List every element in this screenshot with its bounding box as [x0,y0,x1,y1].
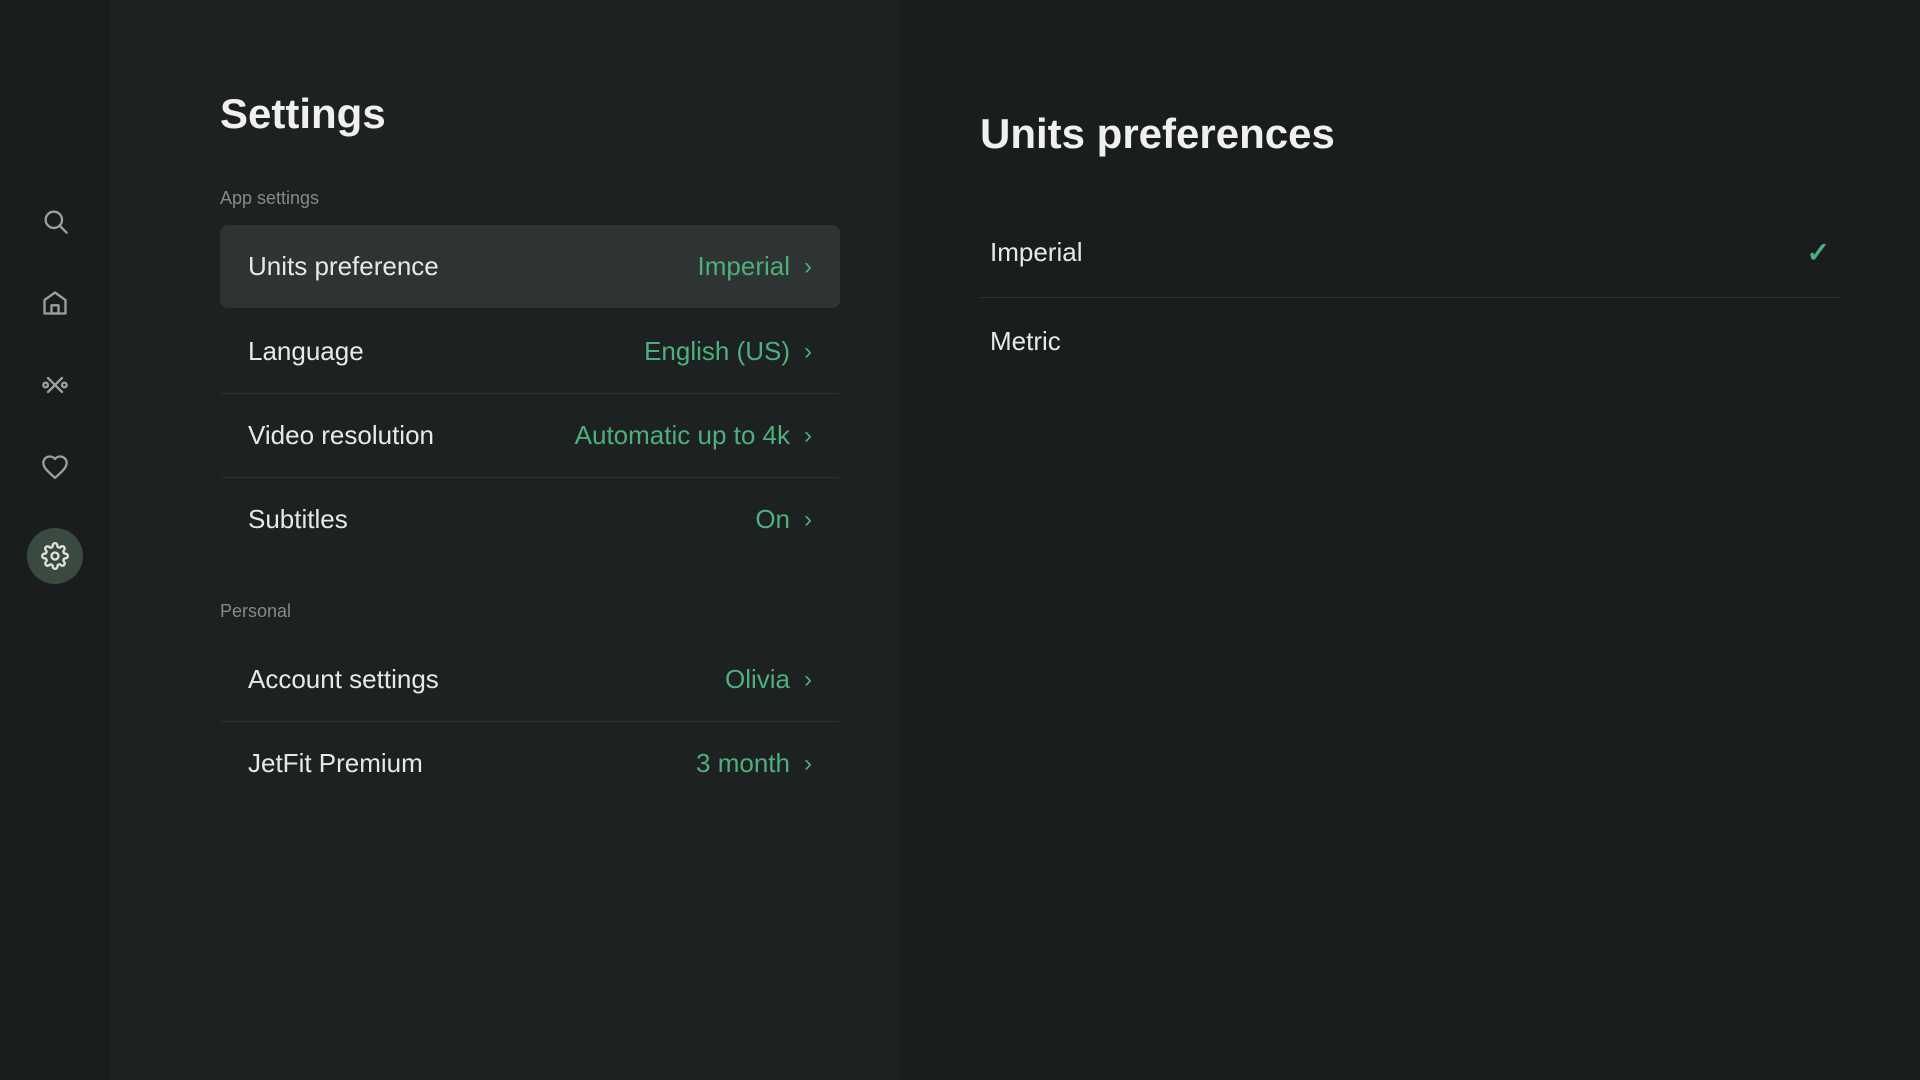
personal-settings-list: Account settings Olivia › JetFit Premium… [220,638,840,805]
account-value: Olivia [725,664,790,695]
language-chevron-icon: › [804,338,812,366]
settings-item-premium[interactable]: JetFit Premium 3 month › [220,722,840,805]
video-resolution-label: Video resolution [248,420,434,451]
personal-label: Personal [220,601,840,622]
premium-label: JetFit Premium [248,748,423,779]
premium-value: 3 month [696,748,790,779]
settings-item-account[interactable]: Account settings Olivia › [220,638,840,722]
search-icon[interactable] [34,200,76,242]
option-imperial[interactable]: Imperial ✓ [980,208,1840,298]
video-resolution-chevron-icon: › [804,422,812,450]
units-label: Units preference [248,251,439,282]
settings-icon[interactable] [27,528,83,584]
imperial-label: Imperial [990,237,1082,268]
account-label: Account settings [248,664,439,695]
personal-section: Personal Account settings Olivia › JetFi… [220,601,840,805]
subtitles-value: On [755,504,790,535]
app-settings-label: App settings [220,188,840,209]
language-value-group: English (US) › [644,336,812,367]
premium-value-group: 3 month › [696,748,812,779]
favorites-icon[interactable] [34,446,76,488]
metric-label: Metric [990,326,1061,357]
units-value-group: Imperial › [698,251,812,282]
units-value: Imperial [698,251,790,282]
imperial-check-icon: ✓ [1807,236,1830,269]
language-label: Language [248,336,364,367]
left-panel: Settings App settings Units preference I… [110,0,900,1080]
settings-item-units[interactable]: Units preference Imperial › [220,225,840,308]
sidebar [0,0,110,1080]
subtitles-label: Subtitles [248,504,348,535]
settings-item-video-resolution[interactable]: Video resolution Automatic up to 4k › [220,394,840,478]
option-metric[interactable]: Metric [980,298,1840,385]
app-settings-list: Units preference Imperial › Language Eng… [220,225,840,561]
workout-icon[interactable] [34,364,76,406]
settings-item-subtitles[interactable]: Subtitles On › [220,478,840,561]
account-chevron-icon: › [804,666,812,694]
premium-chevron-icon: › [804,750,812,778]
settings-item-language[interactable]: Language English (US) › [220,310,840,394]
home-icon[interactable] [34,282,76,324]
right-panel: Units preferences Imperial ✓ Metric [900,0,1920,1080]
subtitles-chevron-icon: › [804,506,812,534]
right-panel-title: Units preferences [980,110,1840,158]
subtitles-value-group: On › [755,504,812,535]
units-chevron-icon: › [804,253,812,281]
app-settings-section: App settings Units preference Imperial ›… [220,188,840,561]
units-options-list: Imperial ✓ Metric [980,208,1840,385]
video-resolution-value: Automatic up to 4k [575,420,790,451]
language-value: English (US) [644,336,790,367]
page-title: Settings [220,90,840,138]
video-resolution-value-group: Automatic up to 4k › [575,420,812,451]
account-value-group: Olivia › [725,664,812,695]
